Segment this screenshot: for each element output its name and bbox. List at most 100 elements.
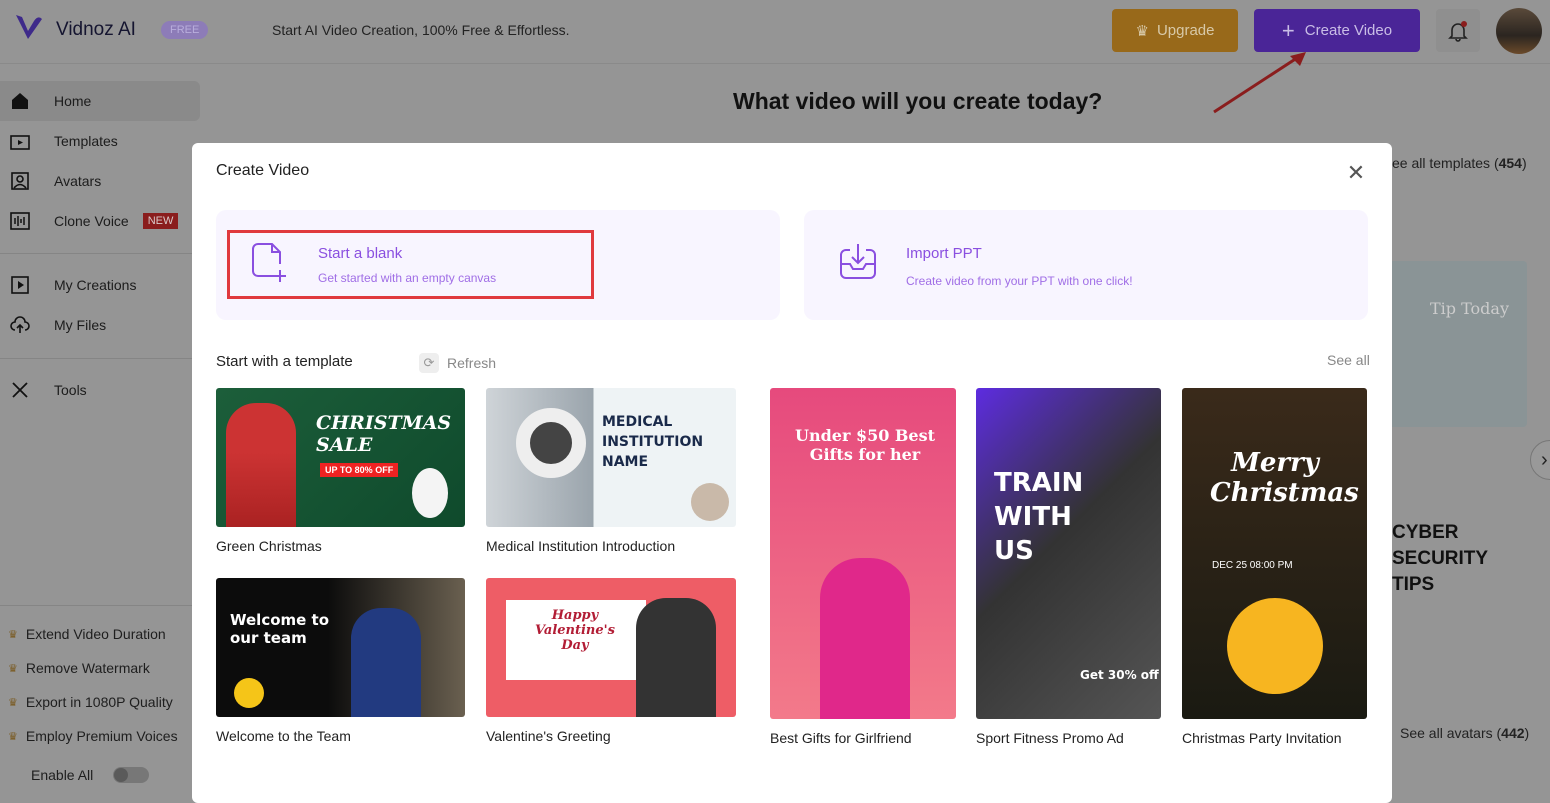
paren: ) bbox=[1521, 155, 1527, 171]
avatars-count: 442 bbox=[1501, 725, 1525, 741]
sidebar-item-avatars[interactable]: Avatars bbox=[0, 161, 200, 201]
section-title: Start with a template bbox=[216, 353, 353, 370]
thumb-subtext: DEC 25 08:00 PM bbox=[1212, 560, 1293, 571]
highlight-box bbox=[227, 230, 594, 299]
snowman-figure bbox=[412, 468, 448, 518]
notifications-button[interactable] bbox=[1436, 9, 1480, 52]
close-button[interactable]: ✕ bbox=[1346, 160, 1366, 185]
perk-extend-duration: ♛ Extend Video Duration bbox=[8, 626, 166, 642]
template-name: Valentine's Greeting bbox=[486, 728, 611, 744]
page-heading: What video will you create today? bbox=[733, 88, 1103, 114]
sidebar-item-templates[interactable]: Templates bbox=[0, 121, 200, 161]
thumb-text: MEDICAL INSTITUTION NAME bbox=[602, 414, 704, 470]
presenter-figure bbox=[1227, 598, 1323, 694]
templates-count: 454 bbox=[1498, 155, 1522, 171]
sidebar-item-my-files[interactable]: My Files bbox=[0, 305, 200, 345]
vidnoz-logo bbox=[16, 15, 42, 39]
sidebar-item-my-creations[interactable]: My Creations bbox=[0, 265, 200, 305]
option-subtitle: Create video from your PPT with one clic… bbox=[906, 274, 1133, 288]
bell-icon bbox=[1448, 20, 1468, 42]
play-icon bbox=[10, 275, 30, 295]
template-name: Welcome to the Team bbox=[216, 728, 351, 744]
sidebar-item-label: Tools bbox=[54, 382, 87, 398]
thumb-subtext: Get 30% off bbox=[1080, 668, 1159, 682]
sidebar: Home Templates Avatars Clone Voice NEW My… bbox=[0, 64, 200, 788]
see-all-avatars-link[interactable]: See all avatars (442) bbox=[1400, 725, 1529, 741]
presenter-figure bbox=[820, 558, 910, 719]
template-card[interactable]: MEDICAL INSTITUTION NAME Medical Institu… bbox=[486, 388, 736, 554]
new-badge: NEW bbox=[142, 213, 179, 229]
link-text: ee all templates ( bbox=[1392, 155, 1499, 171]
presenter-figure bbox=[636, 598, 716, 717]
upgrade-button[interactable]: ♛ Upgrade bbox=[1112, 9, 1238, 52]
see-all-link[interactable]: See all bbox=[1327, 352, 1370, 368]
template-name: Best Gifts for Girlfriend bbox=[770, 730, 912, 746]
sidebar-item-clone-voice[interactable]: Clone Voice NEW bbox=[0, 201, 200, 241]
template-card[interactable]: TRAIN WITH US Get 30% off Sport Fitness … bbox=[976, 388, 1161, 746]
sidebar-item-label: Templates bbox=[54, 133, 118, 149]
home-icon bbox=[10, 91, 30, 111]
sidebar-item-home[interactable]: Home bbox=[0, 81, 200, 121]
option-title: Import PPT bbox=[906, 245, 982, 262]
plan-badge: FREE bbox=[161, 21, 209, 39]
template-thumbnail: Merry Christmas DEC 25 08:00 PM bbox=[1182, 388, 1367, 719]
template-card[interactable]: Welcome to our team Welcome to the Team bbox=[216, 578, 465, 744]
thumb-text: Happy Valentine's Day bbox=[535, 608, 615, 653]
perk-export-1080p: ♛ Export in 1080P Quality bbox=[8, 694, 173, 710]
start-blank-option[interactable]: Start a blank Get started with an empty … bbox=[216, 210, 780, 320]
template-thumbnail: MEDICAL INSTITUTION NAME bbox=[486, 388, 736, 527]
sidebar-item-tools[interactable]: Tools bbox=[0, 370, 200, 410]
link-text: See all avatars ( bbox=[1400, 725, 1502, 741]
import-icon bbox=[840, 244, 876, 279]
template-card[interactable]: CHRISTMAS SALE UP TO 80% OFF Green Chris… bbox=[216, 388, 465, 554]
see-all-templates-link[interactable]: ee all templates (454) bbox=[1392, 155, 1527, 171]
refresh-label: Refresh bbox=[447, 355, 497, 371]
upload-cloud-icon bbox=[10, 315, 30, 335]
template-thumbnail: Happy Valentine's Day bbox=[486, 578, 736, 717]
crown-icon: ♛ bbox=[8, 730, 18, 743]
create-video-button[interactable]: + Create Video bbox=[1254, 9, 1420, 52]
carousel-next-button[interactable]: › bbox=[1530, 440, 1550, 480]
presenter-figure bbox=[351, 608, 421, 717]
arrow-badge bbox=[234, 678, 264, 708]
crown-icon: ♛ bbox=[8, 628, 18, 641]
mri-figure bbox=[516, 408, 586, 478]
template-thumbnail: CHRISTMAS SALE UP TO 80% OFF bbox=[216, 388, 465, 527]
sidebar-item-label: Clone Voice bbox=[54, 213, 129, 229]
close-icon: ✕ bbox=[1346, 160, 1366, 185]
perk-label: Employ Premium Voices bbox=[25, 728, 178, 744]
refresh-button[interactable]: ⟳ Refresh bbox=[419, 353, 496, 373]
crown-icon: ♛ bbox=[1135, 22, 1149, 40]
sidebar-item-label: My Files bbox=[54, 317, 107, 333]
enable-all-label: Enable All bbox=[31, 767, 94, 783]
import-ppt-option[interactable]: Import PPT Create video from your PPT wi… bbox=[804, 210, 1368, 320]
enable-all-toggle[interactable] bbox=[113, 767, 150, 783]
create-video-modal: Create Video ✕ Start a blank Get started… bbox=[192, 143, 1392, 803]
voice-icon bbox=[10, 211, 30, 231]
thumb-subtext: UP TO 80% OFF bbox=[320, 463, 399, 477]
user-avatar[interactable] bbox=[1496, 8, 1542, 54]
annotation-arrow-icon bbox=[1213, 52, 1306, 114]
template-thumbnail: Under $50 Best Gifts for her bbox=[770, 388, 956, 719]
thumb-text: Merry Christmas bbox=[1210, 448, 1359, 508]
divider bbox=[0, 253, 192, 254]
perk-premium-voices: ♛ Employ Premium Voices bbox=[8, 728, 178, 744]
cyber-card-text: CYBER SECURITY TIPS bbox=[1392, 522, 1488, 595]
tip-text: Tip Today bbox=[1430, 299, 1509, 318]
tip-card: Tip Today bbox=[1392, 261, 1527, 427]
template-thumbnail: Welcome to our team bbox=[216, 578, 465, 717]
perk-label: Export in 1080P Quality bbox=[25, 694, 173, 710]
template-name: Sport Fitness Promo Ad bbox=[976, 730, 1124, 746]
template-card[interactable]: Merry Christmas DEC 25 08:00 PM Christma… bbox=[1182, 388, 1367, 746]
divider bbox=[0, 358, 192, 359]
template-card[interactable]: Under $50 Best Gifts for her Best Gifts … bbox=[770, 388, 956, 746]
perk-label: Remove Watermark bbox=[25, 660, 150, 676]
thumb-text: TRAIN WITH US bbox=[994, 468, 1084, 566]
sidebar-item-label: Avatars bbox=[54, 173, 102, 189]
template-card[interactable]: Happy Valentine's Day Valentine's Greeti… bbox=[486, 578, 736, 744]
tagline: Start AI Video Creation, 100% Free & Eff… bbox=[272, 22, 570, 38]
template-name: Green Christmas bbox=[216, 538, 322, 554]
templates-icon bbox=[10, 131, 30, 151]
perk-label: Extend Video Duration bbox=[25, 626, 166, 642]
crown-icon: ♛ bbox=[8, 662, 18, 675]
